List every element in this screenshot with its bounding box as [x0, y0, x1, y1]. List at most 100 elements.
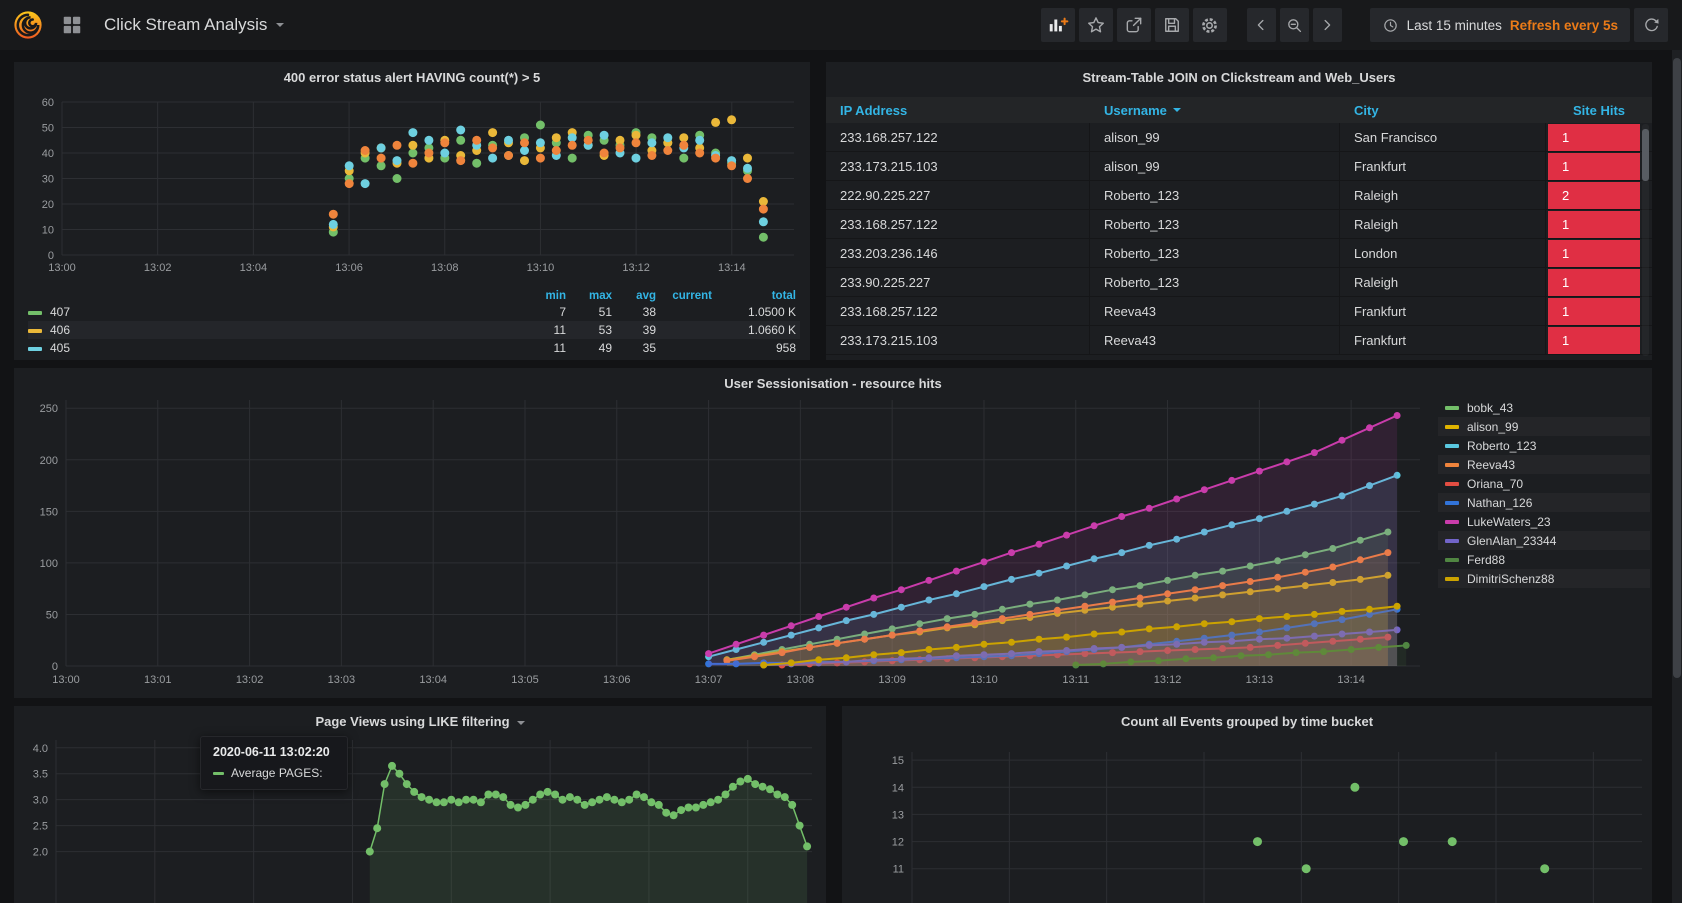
table-scrollbar-thumb[interactable]	[1642, 129, 1649, 181]
time-range-picker[interactable]: Last 15 minutes Refresh every 5s	[1370, 8, 1630, 42]
column-header-site-hits[interactable]: Site Hits	[1546, 103, 1652, 118]
table-cell: Roberto_123	[1090, 268, 1340, 296]
panel-title-page-views[interactable]: Page Views using LIKE filtering	[14, 714, 826, 729]
table-cell: 233.168.257.122	[826, 210, 1090, 238]
legend-item-Oriana_70[interactable]: Oriana_70	[1438, 474, 1650, 493]
table-cell-site-hits: 1	[1546, 268, 1652, 296]
settings-button[interactable]	[1193, 8, 1227, 42]
svg-text:30: 30	[42, 174, 54, 186]
svg-text:11: 11	[893, 864, 904, 876]
legend-swatch	[1445, 520, 1459, 524]
save-button[interactable]	[1155, 8, 1189, 42]
sessionisation-svg: 05010015020025013:0013:0113:0213:0313:04…	[22, 394, 1426, 698]
column-header-ip[interactable]: IP Address	[826, 103, 1090, 118]
legend-value-avg: 38	[616, 305, 660, 319]
column-header-city[interactable]: City	[1340, 103, 1546, 118]
legend-item-GlenAlan_23344[interactable]: GlenAlan_23344	[1438, 531, 1650, 550]
legend-item-405[interactable]: 405114935958	[28, 339, 800, 357]
column-header-username[interactable]: Username	[1090, 103, 1340, 118]
dashboard-title[interactable]: Click Stream Analysis	[104, 15, 284, 35]
svg-text:2.0: 2.0	[33, 847, 48, 859]
error-scatter-chart[interactable]: 010203040506013:0013:0213:0413:0613:0813…	[22, 94, 802, 286]
legend-col-total[interactable]: total	[716, 290, 800, 302]
svg-text:13:02: 13:02	[144, 262, 172, 274]
legend-item-Nathan_126[interactable]: Nathan_126	[1438, 493, 1650, 512]
sessionisation-chart[interactable]: 05010015020025013:0013:0113:0213:0313:04…	[22, 394, 1426, 698]
legend-item-Reeva43[interactable]: Reeva43	[1438, 455, 1650, 474]
legend-col-avg[interactable]: avg	[616, 290, 660, 302]
chevron-left-icon	[1252, 16, 1270, 34]
add-panel-button[interactable]	[1041, 8, 1075, 42]
error-legend-header: min max avg current total	[28, 288, 800, 303]
svg-text:13:01: 13:01	[144, 674, 172, 686]
panel-title-sessionisation[interactable]: User Sessionisation - resource hits	[14, 376, 1652, 391]
legend-item-LukeWaters_23[interactable]: LukeWaters_23	[1438, 512, 1650, 531]
panel-title-event-count[interactable]: Count all Events grouped by time bucket	[842, 714, 1652, 729]
legend-item-alison_99[interactable]: alison_99	[1438, 417, 1650, 436]
table-cell: 233.203.236.146	[826, 239, 1090, 267]
legend-item-bobk_43[interactable]: bobk_43	[1438, 398, 1650, 417]
legend-col-max[interactable]: max	[570, 290, 616, 302]
refresh-button[interactable]	[1634, 8, 1668, 42]
legend-item-Roberto_123[interactable]: Roberto_123	[1438, 436, 1650, 455]
svg-text:40: 40	[42, 148, 54, 160]
apps-grid-icon[interactable]	[60, 13, 84, 37]
event_count-svg: 1514131211	[848, 734, 1648, 903]
table-cell: Raleigh	[1340, 181, 1546, 209]
legend-item-406[interactable]: 4061153391.0660 K	[28, 321, 800, 339]
panel-page-views: Page Views using LIKE filtering 4.03.53.…	[14, 706, 826, 903]
legend-item-DimitriSchenz88[interactable]: DimitriSchenz88	[1438, 569, 1650, 588]
zoom-out-icon	[1285, 16, 1304, 35]
table-cell-site-hits: 1	[1546, 152, 1652, 180]
legend-col-min[interactable]: min	[524, 290, 570, 302]
svg-text:13:12: 13:12	[622, 262, 650, 274]
share-button[interactable]	[1117, 8, 1151, 42]
join-table-header: IP Address Username City Site Hits	[826, 97, 1652, 123]
page-views-chart[interactable]: 4.03.53.02.52.0	[20, 734, 822, 903]
legend-item-Ferd88[interactable]: Ferd88	[1438, 550, 1650, 569]
legend-col-current[interactable]: current	[660, 290, 716, 302]
svg-text:60: 60	[42, 97, 54, 109]
panel-title-error-alert[interactable]: 400 error status alert HAVING count(*) >…	[14, 70, 810, 85]
legend-swatch	[1445, 577, 1459, 581]
table-cell-site-hits: 1	[1546, 239, 1652, 267]
time-back-button[interactable]	[1247, 8, 1276, 42]
legend-item-407[interactable]: 407751381.0500 K	[28, 303, 800, 321]
svg-text:13:05: 13:05	[511, 674, 539, 686]
panel-event-count: Count all Events grouped by time bucket …	[842, 706, 1652, 903]
table-cell-site-hits: 2	[1546, 181, 1652, 209]
table-row: 233.173.215.103alison_99Frankfurt1	[826, 152, 1652, 181]
svg-text:13:04: 13:04	[240, 262, 268, 274]
table-cell: Reeva43	[1090, 297, 1340, 325]
refresh-interval-label: Refresh every 5s	[1510, 18, 1618, 33]
table-cell: Roberto_123	[1090, 210, 1340, 238]
svg-text:4.0: 4.0	[33, 743, 48, 755]
table-cell: alison_99	[1090, 123, 1340, 151]
svg-text:0: 0	[52, 661, 58, 673]
star-button[interactable]	[1079, 8, 1113, 42]
grafana-logo[interactable]	[10, 7, 46, 43]
zoom-out-button[interactable]	[1280, 8, 1309, 42]
site-hits-badge: 1	[1548, 298, 1640, 325]
legend-value-total: 1.0660 K	[716, 323, 800, 337]
panel-title-join-table[interactable]: Stream-Table JOIN on Clickstream and Web…	[826, 70, 1652, 85]
event-count-chart[interactable]: 1514131211	[848, 734, 1648, 903]
table-cell-site-hits: 1	[1546, 326, 1652, 354]
site-hits-badge: 2	[1548, 182, 1640, 209]
add-panel-icon	[1047, 14, 1069, 36]
refresh-icon	[1642, 16, 1661, 35]
svg-text:13:06: 13:06	[335, 262, 363, 274]
table-row: 222.90.225.227Roberto_123Raleigh2	[826, 181, 1652, 210]
table-row: 233.173.215.103Reeva43Frankfurt1	[826, 326, 1652, 355]
gear-icon	[1199, 15, 1220, 36]
svg-text:13:06: 13:06	[603, 674, 631, 686]
window-scrollbar-thumb[interactable]	[1673, 58, 1681, 678]
table-row: 233.168.257.122Roberto_123Raleigh1	[826, 210, 1652, 239]
svg-text:0: 0	[48, 250, 54, 262]
save-icon	[1162, 15, 1182, 35]
svg-text:13:08: 13:08	[787, 674, 815, 686]
tooltip-timestamp: 2020-06-11 13:02:20	[213, 745, 335, 759]
series-Average PAGES:	[366, 762, 811, 903]
time-forward-button[interactable]	[1313, 8, 1342, 42]
legend-swatch	[1445, 482, 1459, 486]
